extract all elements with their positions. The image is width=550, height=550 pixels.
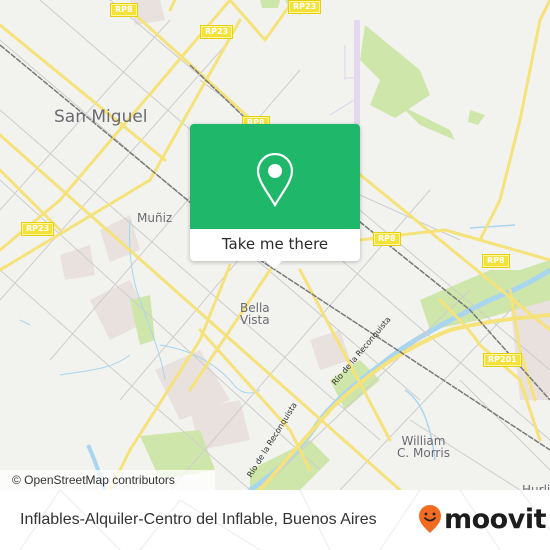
place-label-line: Vista [240,313,270,327]
map-attribution[interactable]: © OpenStreetMap contributors [0,470,215,490]
road-shield: RP8 [373,232,401,246]
road-shield: RP201 [483,353,522,367]
road-shield: RP8 [482,254,510,268]
road-shield: RP23 [287,0,322,14]
moovit-logo[interactable]: moovit [418,502,547,536]
place-label-muniz: Muñiz [137,211,173,225]
road-shield: RP8 [110,3,138,17]
footer: Inflables-Alquiler-Centro del Inflable, … [0,490,550,550]
road-shield: RP23 [20,222,55,236]
popup-pointer [266,261,282,269]
place-label-line: C. Morris [397,446,450,460]
place-label-san-miguel: San Miguel [54,107,148,127]
place-label-bella-vista: Bella Vista [240,302,270,326]
take-me-there-button[interactable]: Take me there [190,229,360,261]
place-title: Inflables-Alquiler-Centro del Inflable, … [20,511,377,528]
popup-header[interactable] [190,124,360,229]
road-shield: RP23 [199,25,234,39]
place-label-william-c-morris: William C. Morris [397,435,450,459]
moovit-pin-icon [419,505,441,533]
airport-runway [329,20,360,125]
location-popup[interactable]: Take me there [190,124,360,261]
moovit-wordmark: moovit [444,503,547,535]
location-pin-icon [256,152,294,208]
